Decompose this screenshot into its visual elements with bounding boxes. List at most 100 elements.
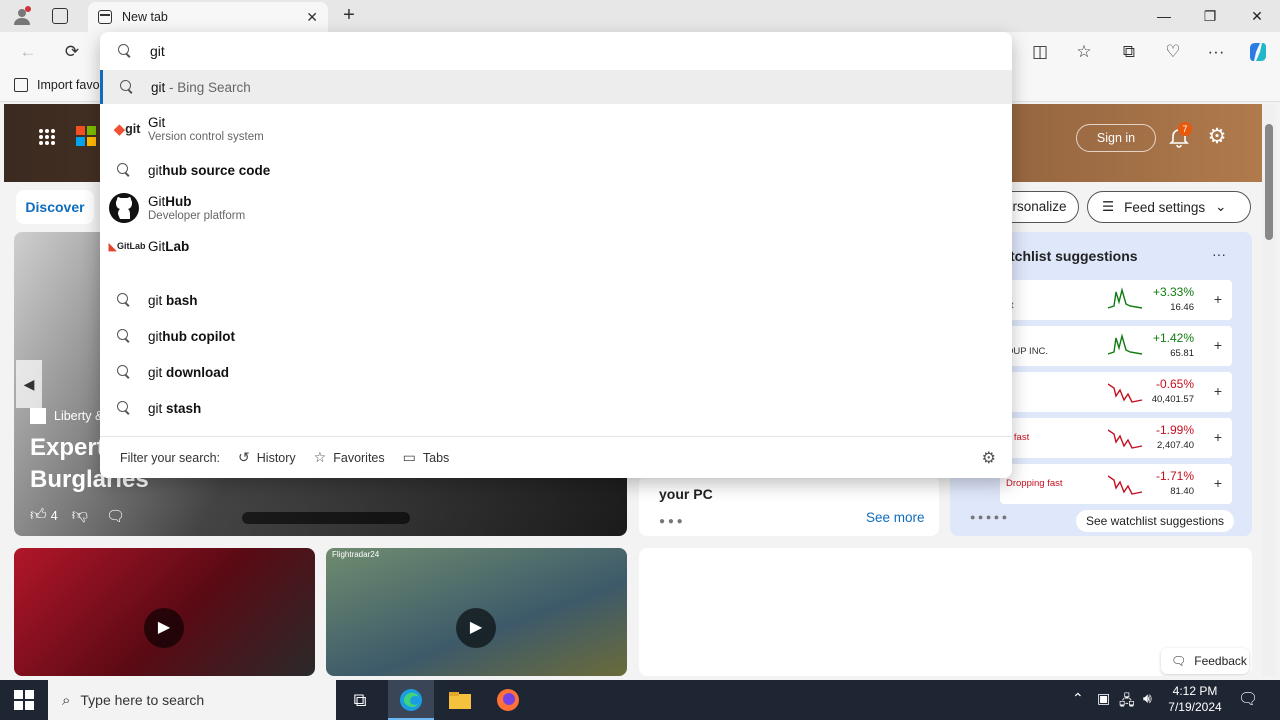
like-icon[interactable]: 👍︎	[30, 506, 47, 525]
filter-favorites[interactable]: ☆ Favorites	[314, 449, 385, 466]
middle-card[interactable]: your PC ● ● ● See more	[639, 476, 939, 536]
filter-bar: Filter your search: ↺ History ☆ Favorites …	[100, 436, 1012, 478]
video-card-2[interactable]: Flightradar24 ▶	[326, 548, 627, 676]
minimize-button[interactable]: —	[1150, 4, 1178, 28]
middle-card-dots[interactable]: ● ● ●	[659, 516, 683, 527]
browser-essentials-icon[interactable]: ♡	[1161, 40, 1185, 64]
file-explorer-icon[interactable]	[446, 686, 474, 714]
discover-tab[interactable]: Discover	[16, 190, 94, 224]
address-bar-input[interactable]: git	[150, 43, 165, 59]
watchlist-dots[interactable]: ● ● ● ● ●	[970, 512, 1007, 522]
feedback-label: Feedback	[1194, 654, 1247, 668]
comment-icon[interactable]: 🗨︎	[106, 507, 125, 525]
collections-icon[interactable]: ⧉	[1117, 40, 1141, 64]
stock-change: +1.42%	[1152, 331, 1194, 345]
feedback-button[interactable]: 🗨︎ Feedback	[1161, 648, 1249, 674]
suggestion-1[interactable]: git - Bing Search	[100, 70, 1012, 104]
suggestion-text: git stash	[148, 400, 202, 416]
notification-badge: 7	[1178, 122, 1192, 136]
suggestion-3[interactable]: github source code	[100, 152, 1012, 188]
watchlist-row[interactable]: st+3.33%16.46+	[1000, 280, 1232, 320]
watchlist-row[interactable]: g fast -1.99% 2,407.40 +	[1000, 418, 1232, 458]
split-screen-icon[interactable]: ◫	[1028, 40, 1052, 64]
feed-settings-label: Feed settings	[1124, 199, 1206, 215]
add-to-watchlist-icon[interactable]: +	[1214, 291, 1222, 307]
add-to-watchlist-icon[interactable]: +	[1214, 429, 1222, 445]
search-icon	[100, 163, 148, 177]
play-icon[interactable]: ▶	[456, 608, 496, 648]
search-icon	[100, 365, 148, 379]
edge-taskbar-button[interactable]	[388, 680, 434, 720]
sign-in-button[interactable]: Sign in	[1076, 124, 1156, 152]
git-logo-icon: ◆ git	[113, 121, 141, 138]
notification-center-icon[interactable]: 🗨︎	[1238, 689, 1258, 709]
address-bar[interactable]: git	[100, 32, 1012, 70]
watchlist-row[interactable]: -0.65% 40,401.57 +	[1000, 372, 1232, 412]
carousel-prev-button[interactable]: ◀	[16, 360, 42, 408]
search-icon	[100, 329, 148, 343]
suggestion-2[interactable]: ◆ git Git Version control system	[100, 106, 1012, 152]
tab-title: New tab	[122, 10, 168, 24]
feed-settings-button[interactable]: ☰ Feed settings ⌄	[1087, 191, 1251, 223]
more-menu-icon[interactable]: ···	[1204, 40, 1228, 64]
refresh-icon[interactable]: ⟳	[60, 40, 84, 64]
tab-new-tab[interactable]: New tab ✕	[88, 2, 328, 32]
watchlist-row[interactable]: OUP INC. +1.42% 65.81 +	[1000, 326, 1232, 366]
add-to-watchlist-icon[interactable]: +	[1214, 383, 1222, 399]
page-scrollbar-thumb[interactable]	[1265, 124, 1273, 240]
import-favorites-button[interactable]: Import favo	[14, 78, 100, 92]
firefox-icon[interactable]	[494, 686, 522, 714]
search-settings-icon[interactable]: ⚙	[982, 448, 996, 468]
restore-button[interactable]: ❐	[1196, 4, 1224, 28]
stock-name: Dropping fast	[1006, 478, 1063, 489]
see-watchlist-suggestions-button[interactable]: See watchlist suggestions	[1076, 510, 1234, 532]
ad-card[interactable]: 🗨︎ Feedback	[639, 548, 1252, 676]
video-card-1[interactable]: ▶	[14, 548, 315, 676]
suggestion-8[interactable]: git download	[100, 354, 1012, 390]
tray-device-icon[interactable]: ▣	[1097, 690, 1110, 707]
suggestion-text: GitLab	[148, 238, 190, 254]
dislike-icon[interactable]: 👎︎	[72, 506, 88, 525]
suggestion-text: Git Version control system	[148, 115, 264, 143]
page-settings-icon[interactable]: ⚙	[1206, 126, 1228, 148]
tab-actions-icon[interactable]	[52, 8, 68, 24]
new-tab-button[interactable]: +	[338, 4, 360, 26]
suggestion-text: git - Bing Search	[151, 79, 251, 95]
copilot-icon[interactable]	[1246, 40, 1270, 64]
github-logo-icon	[100, 192, 148, 224]
feedback-icon: 🗨︎	[1171, 654, 1187, 668]
gitlab-logo-icon: ◣ GitLab	[108, 240, 146, 253]
tray-chevron-icon[interactable]: ⌃	[1072, 690, 1084, 707]
clock[interactable]: 4:12 PM 7/19/2024	[1166, 683, 1224, 715]
taskbar-search-placeholder: Type here to search	[80, 692, 205, 708]
video-source: Flightradar24	[332, 550, 380, 559]
apps-launcher-icon[interactable]	[38, 128, 56, 146]
hero-reactions: 👍︎ 4 👎︎ 🗨︎	[30, 506, 125, 525]
start-button[interactable]	[14, 690, 34, 710]
suggestion-4[interactable]: GitHub Developer platform	[100, 186, 1012, 230]
close-tab-icon[interactable]: ✕	[306, 9, 318, 26]
sparkline-chart	[1108, 383, 1143, 403]
network-icon[interactable]: 🖧︎	[1119, 690, 1135, 714]
suggestion-5[interactable]: ◣ GitLab GitLab	[100, 226, 1012, 266]
task-view-icon[interactable]: ⧉	[346, 686, 374, 714]
suggestion-7[interactable]: github copilot	[100, 318, 1012, 354]
close-window-button[interactable]: ✕	[1243, 4, 1271, 28]
favorites-icon[interactable]: ☆	[1072, 40, 1096, 64]
play-icon[interactable]: ▶	[144, 608, 184, 648]
taskbar-search[interactable]: ⌕ Type here to search	[48, 680, 336, 720]
add-to-watchlist-icon[interactable]: +	[1214, 337, 1222, 353]
suggestion-9[interactable]: git stash	[100, 390, 1012, 426]
watchlist-more-icon[interactable]: ···	[1212, 246, 1226, 262]
filter-tabs[interactable]: ▭ Tabs	[403, 449, 450, 466]
sparkline-chart	[1108, 475, 1143, 495]
filter-history[interactable]: ↺ History	[238, 449, 296, 466]
suggestion-6[interactable]: git bash	[100, 282, 1012, 318]
carousel-dots[interactable]	[242, 512, 410, 524]
profile-icon[interactable]	[12, 6, 32, 26]
see-more-link[interactable]: See more	[866, 510, 925, 525]
back-icon[interactable]: ←	[16, 40, 40, 64]
watchlist-row[interactable]: Dropping fast -1.71% 81.40 +	[1000, 464, 1232, 504]
volume-icon[interactable]: 🔊︎	[1143, 690, 1152, 707]
add-to-watchlist-icon[interactable]: +	[1214, 475, 1222, 491]
